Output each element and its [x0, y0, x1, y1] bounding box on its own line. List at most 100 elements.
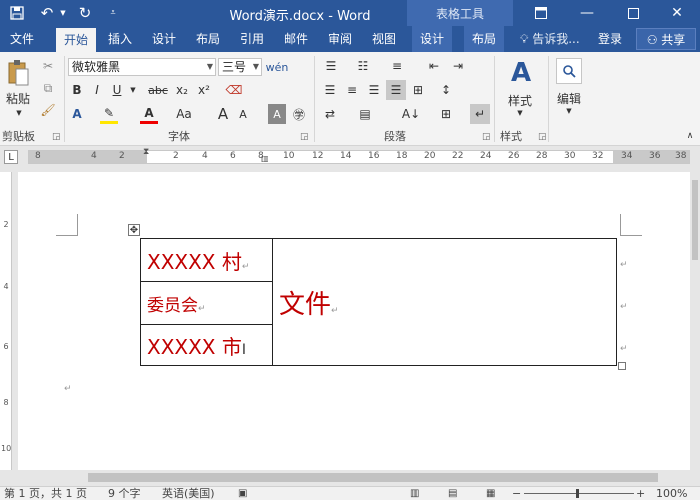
justify-icon[interactable]: ☰	[386, 80, 406, 100]
tell-me-search[interactable]: 💡︎ 告诉我...	[520, 26, 580, 52]
underline-dropdown-icon[interactable]: ▼	[128, 80, 138, 100]
grow-font-button[interactable]: A	[214, 104, 232, 124]
sign-in-link[interactable]: 登录	[598, 26, 622, 52]
styles-icon[interactable]: A	[504, 56, 538, 90]
tab-review[interactable]: 审阅	[320, 26, 360, 52]
numbering-icon[interactable]: ☷	[352, 56, 374, 76]
table-cell-village[interactable]: XXXXX 村↵	[140, 238, 273, 282]
superscript-button[interactable]: x²	[194, 80, 214, 100]
editing-dropdown-icon[interactable]: ▼	[563, 106, 575, 116]
tab-layout[interactable]: 布局	[188, 26, 228, 52]
styles-button[interactable]: 样式	[500, 92, 540, 108]
sort-icon[interactable]: A↓	[400, 104, 422, 124]
distributed-icon[interactable]: ⊞	[408, 80, 428, 100]
table-resize-handle-icon[interactable]	[618, 362, 626, 370]
column-marker-icon[interactable]: ▥	[261, 154, 269, 163]
undo-dropdown-icon[interactable]: ▼	[58, 4, 68, 22]
tab-insert[interactable]: 插入	[100, 26, 140, 52]
strikethrough-button[interactable]: abc	[146, 80, 170, 100]
close-icon[interactable]: ✕	[654, 0, 700, 26]
horizontal-ruler[interactable]: 8 4 2 2 4 6 8 10 12 14 16 18 20 22 24 26…	[28, 147, 690, 164]
document-table[interactable]: XXXXX 村↵ 文件↵ 委员会↵ XXXXX 市I	[140, 238, 617, 366]
font-launcher-icon[interactable]: ◲	[300, 132, 309, 142]
change-case-button[interactable]: Aa	[172, 104, 196, 124]
cut-icon[interactable]: ✂	[38, 56, 58, 76]
word-count[interactable]: 9 个字	[108, 487, 141, 500]
subscript-button[interactable]: x₂	[172, 80, 192, 100]
undo-icon[interactable]: ↶	[36, 4, 58, 22]
paste-label[interactable]: 粘贴	[4, 90, 32, 106]
maximize-icon[interactable]	[610, 0, 656, 26]
align-left-icon[interactable]: ☰	[320, 80, 340, 100]
ribbon-display-options-icon[interactable]	[518, 0, 564, 26]
increase-indent-icon[interactable]: ⇥	[448, 56, 468, 76]
customize-quick-access-icon[interactable]: ⩡	[106, 4, 120, 22]
align-center-icon[interactable]: ≡	[342, 80, 362, 100]
redo-icon[interactable]: ↻	[74, 4, 96, 22]
table-cell-committee[interactable]: 委员会↵	[140, 281, 273, 325]
document-page[interactable]: ✥ XXXXX 村↵ 文件↵ 委员会↵ XXXXX 市I ↵ ↵ ↵ ↵	[18, 172, 690, 470]
tab-table-design[interactable]: 设计	[412, 26, 452, 52]
indent-marker-icon[interactable]: ⧗	[143, 147, 149, 157]
italic-button[interactable]: I	[88, 80, 106, 100]
minimize-icon[interactable]: —	[564, 0, 610, 26]
shading-icon[interactable]: ▤	[352, 104, 378, 124]
clipboard-launcher-icon[interactable]: ◲	[52, 132, 61, 142]
chevron-down-icon[interactable]: ▼	[253, 59, 259, 75]
zoom-in-icon[interactable]: +	[636, 487, 645, 500]
tab-file[interactable]: 文件	[0, 26, 44, 52]
shrink-font-button[interactable]: A	[234, 104, 252, 124]
underline-button[interactable]: U	[108, 80, 126, 100]
save-icon[interactable]	[8, 4, 26, 22]
search-icon[interactable]	[556, 58, 582, 84]
borders-icon[interactable]: ⊞	[436, 104, 456, 124]
zoom-level[interactable]: 100%	[656, 487, 687, 500]
paragraph-launcher-icon[interactable]: ◲	[482, 132, 491, 142]
font-color-icon[interactable]: A	[140, 104, 158, 124]
text-effects-icon[interactable]: A	[68, 104, 86, 124]
language-indicator[interactable]: 英语(美国)	[162, 487, 215, 500]
editing-button[interactable]: 编辑	[550, 90, 588, 106]
multilevel-list-icon[interactable]: ≡	[386, 56, 408, 76]
vertical-ruler[interactable]: 2 4 6 8 10	[0, 172, 12, 482]
table-cell-file[interactable]: 文件↵	[272, 238, 617, 366]
character-shading-icon[interactable]: A	[268, 104, 286, 124]
bold-button[interactable]: B	[68, 80, 86, 100]
bullets-icon[interactable]: ☰	[320, 56, 342, 76]
tab-mailings[interactable]: 邮件	[276, 26, 316, 52]
font-size-combo[interactable]: 三号 ▼	[218, 58, 262, 76]
print-layout-icon[interactable]: ▤	[448, 487, 457, 500]
tab-selector-icon[interactable]: L	[4, 150, 18, 164]
page-count[interactable]: 第 1 页，共 1 页	[4, 487, 87, 500]
tab-home[interactable]: 开始	[56, 28, 96, 52]
table-move-handle-icon[interactable]: ✥	[128, 224, 140, 236]
decrease-indent-icon[interactable]: ⇤	[424, 56, 444, 76]
table-cell-city[interactable]: XXXXX 市I	[140, 324, 273, 366]
horizontal-scroll-thumb[interactable]	[88, 473, 658, 482]
styles-launcher-icon[interactable]: ◲	[538, 132, 547, 142]
read-mode-icon[interactable]: ▥	[410, 487, 419, 500]
zoom-slider-thumb[interactable]	[576, 489, 579, 498]
clear-formatting-icon[interactable]: ⌫	[224, 80, 244, 100]
paste-dropdown-icon[interactable]: ▼	[14, 108, 24, 118]
font-name-combo[interactable]: 微软雅黑 ▼	[68, 58, 216, 76]
zoom-slider[interactable]	[524, 493, 634, 494]
line-spacing-icon[interactable]: ↕	[434, 80, 458, 100]
show-marks-icon[interactable]: ↵	[470, 104, 490, 124]
paste-button[interactable]	[4, 58, 32, 88]
web-layout-icon[interactable]: ▦	[486, 487, 495, 500]
vertical-scroll-thumb[interactable]	[692, 180, 698, 260]
tab-view[interactable]: 视图	[364, 26, 404, 52]
format-painter-icon[interactable]: 🖌︎	[38, 100, 58, 120]
phonetic-guide-icon[interactable]: wén	[266, 56, 289, 78]
tab-table-layout[interactable]: 布局	[464, 26, 504, 52]
chinese-layout-icon[interactable]: ⇄	[320, 104, 340, 124]
align-right-icon[interactable]: ☰	[364, 80, 384, 100]
highlight-icon[interactable]: ✎	[100, 104, 118, 124]
chevron-down-icon[interactable]: ▼	[207, 59, 213, 75]
copy-icon[interactable]: ⧉	[38, 78, 58, 98]
styles-dropdown-icon[interactable]: ▼	[514, 108, 526, 118]
tab-design[interactable]: 设计	[144, 26, 184, 52]
collapse-ribbon-icon[interactable]: ∧	[684, 130, 696, 142]
macro-record-icon[interactable]: ▣	[238, 487, 247, 500]
